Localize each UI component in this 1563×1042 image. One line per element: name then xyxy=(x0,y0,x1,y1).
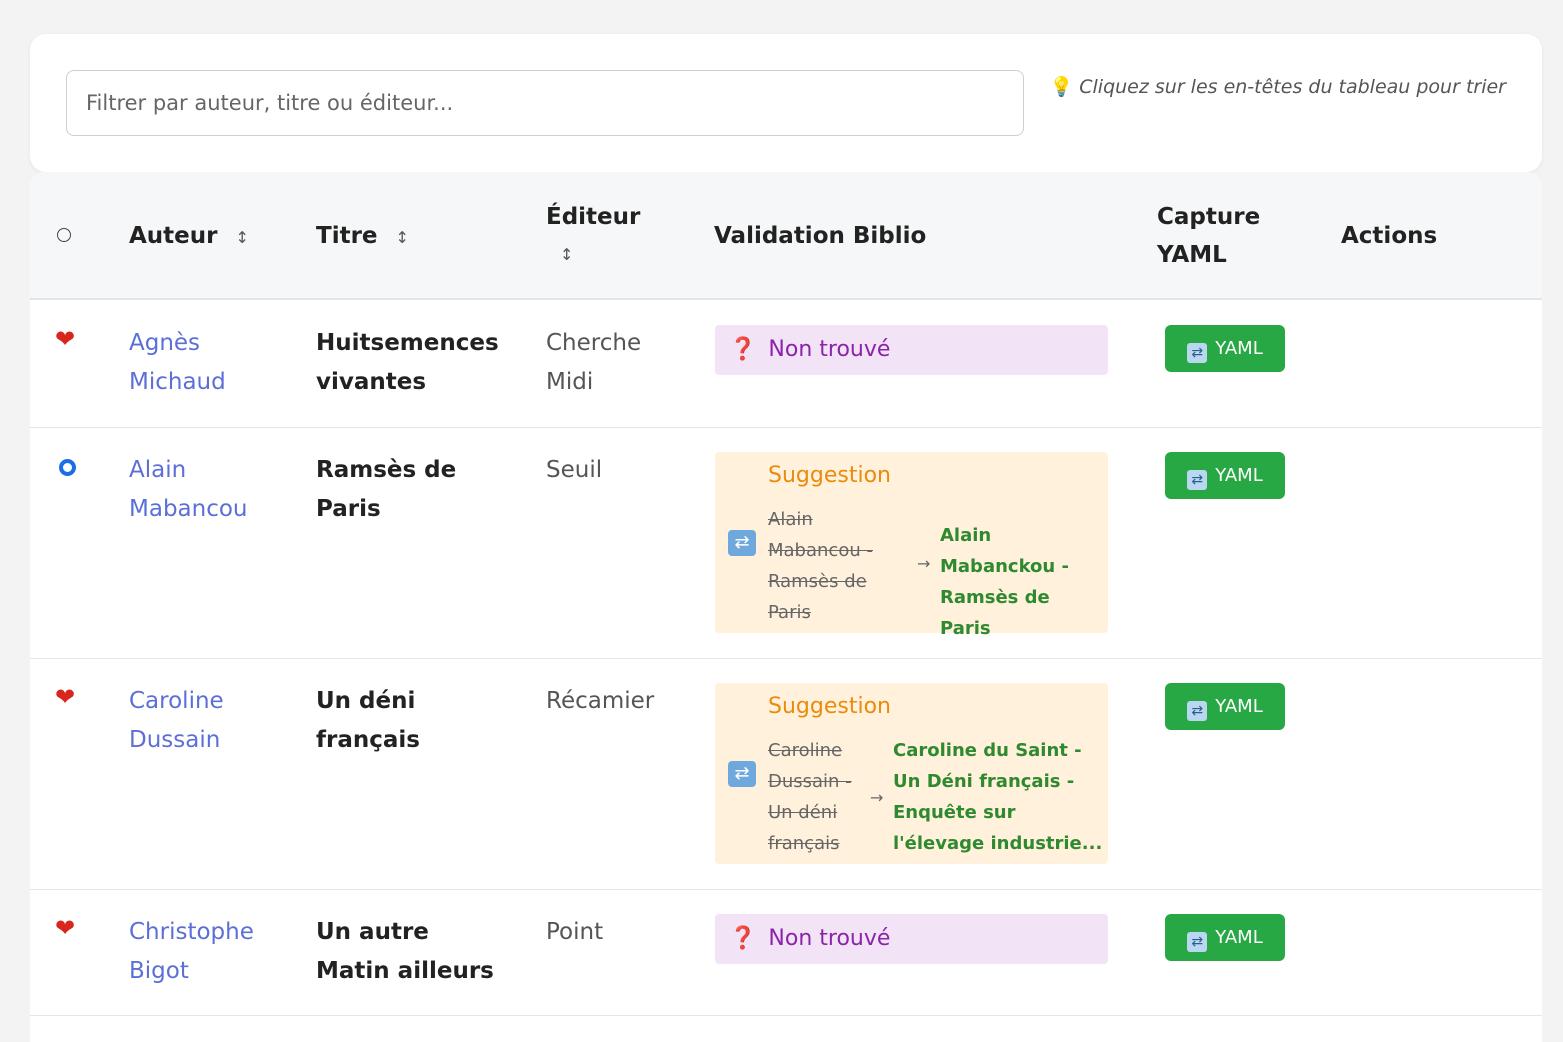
refresh-icon[interactable]: ⇄ xyxy=(728,530,756,556)
table-row: ❤ Christophe Bigot Un autre Matin ailleu… xyxy=(30,890,1542,1016)
sort-hint-text: Cliquez sur les en-têtes du tableau pour… xyxy=(1079,76,1506,98)
books-table: Auteur ↕ Titre ↕ Éditeur ↕ Validation Bibl… xyxy=(30,172,1542,1042)
filter-panel: 💡Cliquez sur les en-têtes du tableau pou… xyxy=(30,34,1542,172)
sort-icon: ↕ xyxy=(235,228,249,247)
refresh-icon: ⇄ xyxy=(1187,932,1208,952)
lightbulb-icon: 💡 xyxy=(1049,76,1074,98)
status-column-icon[interactable] xyxy=(57,228,71,242)
filter-input[interactable] xyxy=(66,70,1024,136)
suggestion-title: Suggestion xyxy=(768,463,891,488)
yaml-button[interactable]: ⇄ YAML xyxy=(1165,914,1285,961)
heart-icon[interactable]: ❤ xyxy=(55,325,75,353)
sort-icon: ↕ xyxy=(560,245,574,264)
heart-icon[interactable]: ❤ xyxy=(55,914,75,942)
validation-not-found: ❓ Non trouvé xyxy=(715,914,1108,964)
author-link[interactable]: Christophe Bigot xyxy=(129,913,269,991)
refresh-icon[interactable]: ⇄ xyxy=(728,761,756,787)
suggestion-old-value: Caroline Dussain - Un déni français xyxy=(768,740,852,854)
question-icon: ❓ xyxy=(729,337,757,362)
table-row: ❤ Caroline Dussain Un déni français Réca… xyxy=(30,659,1542,890)
header-capture: Capture YAML xyxy=(1157,204,1261,268)
question-icon: ❓ xyxy=(729,926,757,951)
status-ring-icon[interactable] xyxy=(59,459,76,476)
arrow-icon: → xyxy=(870,788,884,807)
refresh-icon: ⇄ xyxy=(1187,470,1208,490)
heart-icon[interactable]: ❤ xyxy=(55,683,75,711)
book-title: Un déni français xyxy=(316,688,420,753)
header-title[interactable]: Titre ↕ xyxy=(316,217,409,257)
author-link[interactable]: Caroline Dussain xyxy=(129,682,259,760)
validation-suggestion: Suggestion ⇄ Caroline Dussain - Un déni … xyxy=(715,683,1108,864)
arrow-icon: → xyxy=(917,554,931,573)
sort-icon: ↕ xyxy=(395,228,409,247)
yaml-button[interactable]: ⇄ YAML xyxy=(1165,683,1285,730)
validation-suggestion: Suggestion ⇄ Alain Mabancou - Ramsès de … xyxy=(715,452,1108,639)
editor-name: Seuil xyxy=(546,457,603,483)
header-actions: Actions xyxy=(1341,223,1438,249)
yaml-button[interactable]: ⇄ YAML xyxy=(1165,452,1285,499)
book-title: Ramsès de Paris xyxy=(316,457,457,522)
table-row: ❤ Agnès Michaud Huitsemences vivantes Ch… xyxy=(30,300,1542,428)
book-title: Un autre Matin ailleurs xyxy=(316,919,494,984)
editor-name: Point xyxy=(546,919,604,945)
header-author[interactable]: Auteur ↕ xyxy=(129,217,249,257)
author-link[interactable]: Alain Mabancou xyxy=(129,451,279,529)
table-row: Alain Mabancou Ramsès de Paris Seuil Sug… xyxy=(30,428,1542,659)
sort-hint: 💡 Cliquez sur les en-têtes du tableau pou… xyxy=(1050,75,1506,98)
table-header: Auteur ↕ Titre ↕ Éditeur ↕ Validation Bibl… xyxy=(30,172,1542,300)
yaml-button[interactable]: ⇄ YAML xyxy=(1165,325,1285,372)
refresh-icon: ⇄ xyxy=(1187,343,1208,363)
header-validation: Validation Biblio xyxy=(714,223,927,249)
refresh-icon: ⇄ xyxy=(1187,701,1208,721)
suggestion-old-value: Alain Mabancou - Ramsès de Paris xyxy=(768,509,873,623)
author-link[interactable]: Agnès Michaud xyxy=(129,324,259,402)
suggestion-new-value: Caroline du Saint - Un Déni français - E… xyxy=(893,740,1103,854)
book-title: Huitsemences vivantes xyxy=(316,330,499,395)
editor-name: Cherche Midi xyxy=(546,330,642,395)
validation-not-found: ❓ Non trouvé xyxy=(715,325,1108,375)
editor-name: Récamier xyxy=(546,688,655,714)
header-editor[interactable]: Éditeur ↕ xyxy=(546,198,640,274)
suggestion-new-value: Alain Mabanckou - Ramsès de Paris xyxy=(940,525,1069,639)
suggestion-title: Suggestion xyxy=(768,694,891,719)
